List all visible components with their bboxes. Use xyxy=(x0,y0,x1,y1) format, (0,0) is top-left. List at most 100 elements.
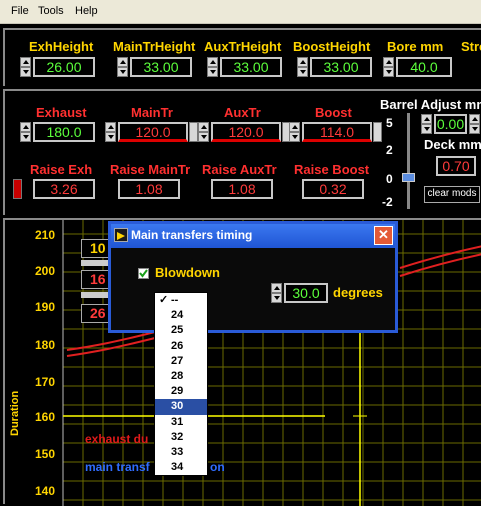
legend-main-transfer-tail: on xyxy=(210,460,225,474)
boost-height-stepper[interactable] xyxy=(297,57,308,77)
menu-bar: File Tools Help xyxy=(0,0,481,24)
main-tr-field[interactable]: 120.0 xyxy=(118,122,188,142)
dropdown-item[interactable]: 25 xyxy=(155,323,207,338)
ytick-180: 180 xyxy=(35,338,56,352)
exhaust-stepper[interactable] xyxy=(20,122,31,142)
up-arrow-icon[interactable] xyxy=(271,283,282,293)
dropdown-item[interactable]: 27 xyxy=(155,354,207,369)
blowdown-label: Blowdown xyxy=(155,265,220,280)
menu-tools[interactable]: Tools xyxy=(38,5,64,17)
boost-stepper[interactable] xyxy=(289,122,300,142)
app-icon xyxy=(114,228,128,242)
up-arrow-icon[interactable] xyxy=(198,122,209,132)
up-arrow-icon[interactable] xyxy=(207,57,218,67)
down-arrow-icon[interactable] xyxy=(383,67,394,77)
down-arrow-icon[interactable] xyxy=(297,67,308,77)
up-arrow-icon[interactable] xyxy=(289,122,300,132)
dropdown-item[interactable]: 29 xyxy=(155,384,207,399)
dialog-title: Main transfers timing xyxy=(131,228,253,242)
menu-file[interactable]: File xyxy=(11,5,29,17)
degrees-field[interactable]: 30.0 xyxy=(284,283,328,303)
raise-boost-field[interactable]: 0.32 xyxy=(302,179,364,199)
down-arrow-icon[interactable] xyxy=(198,132,209,142)
dropdown-item-selected[interactable]: 30 xyxy=(155,399,207,415)
ytick-140: 140 xyxy=(35,484,56,498)
legend-exhaust: exhaust du xyxy=(85,432,149,446)
raise-aux-tr-field[interactable]: 1.08 xyxy=(211,179,273,199)
up-arrow-icon[interactable] xyxy=(117,57,128,67)
barrel-slider-track[interactable] xyxy=(407,113,410,209)
dropdown-item[interactable]: 34 xyxy=(155,460,207,475)
barrel-stepper[interactable] xyxy=(421,114,432,134)
down-arrow-icon[interactable] xyxy=(271,293,282,303)
bore-stepper[interactable] xyxy=(383,57,394,77)
dropdown-item[interactable]: 31 xyxy=(155,415,207,430)
exhaust-label: Exhaust xyxy=(36,105,87,120)
up-arrow-icon[interactable] xyxy=(105,122,116,132)
main-tr-height-field[interactable]: 33.00 xyxy=(130,57,192,77)
dropdown-item[interactable]: ✓ -- xyxy=(155,293,207,308)
down-arrow-icon[interactable] xyxy=(207,67,218,77)
up-arrow-icon[interactable] xyxy=(20,122,31,132)
barrel-slider-thumb[interactable] xyxy=(402,173,415,182)
dropdown-item[interactable]: 28 xyxy=(155,369,207,384)
aux-tr-height-stepper[interactable] xyxy=(207,57,218,77)
degrees-dropdown[interactable]: ✓ -- 24 25 26 27 28 29 30 31 32 33 34 xyxy=(154,292,208,476)
exh-height-field[interactable]: 26.00 xyxy=(33,57,95,77)
down-arrow-icon[interactable] xyxy=(421,124,432,134)
up-arrow-icon[interactable] xyxy=(383,57,394,67)
raise-exh-label: Raise Exh xyxy=(30,162,93,177)
up-arrow-icon[interactable] xyxy=(421,114,432,124)
down-arrow-icon[interactable] xyxy=(20,67,31,77)
heights-panel: ExhHeight MainTrHeight AuxTrHeight Boost… xyxy=(3,28,481,86)
barrel-stepper-right[interactable] xyxy=(469,114,480,134)
ytick-190: 190 xyxy=(35,300,56,314)
bore-field[interactable]: 40.0 xyxy=(396,57,452,77)
degrees-stepper[interactable] xyxy=(271,283,282,303)
up-arrow-icon[interactable] xyxy=(297,57,308,67)
main-tr-height-label: MainTrHeight xyxy=(113,39,196,54)
down-arrow-icon[interactable] xyxy=(289,132,300,142)
clear-mods-button[interactable]: clear mods xyxy=(424,186,480,203)
boost-height-field[interactable]: 33.00 xyxy=(310,57,372,77)
aux-tr-height-field[interactable]: 33.00 xyxy=(220,57,282,77)
boost-slider-thumb[interactable] xyxy=(373,122,382,142)
raise-main-tr-field[interactable]: 1.08 xyxy=(118,179,180,199)
dialog-titlebar[interactable]: Main transfers timing ✕ xyxy=(111,224,395,248)
down-arrow-icon[interactable] xyxy=(469,124,480,134)
deck-field[interactable]: 0.70 xyxy=(436,156,476,176)
aux-tr-label: AuxTr xyxy=(224,105,261,120)
up-arrow-icon[interactable] xyxy=(20,57,31,67)
durations-panel: Exhaust MainTr AuxTr Boost 180.0 120.0 1… xyxy=(3,89,481,215)
raise-main-tr-label: Raise MainTr xyxy=(110,162,191,177)
barrel-scale-neg2: -2 xyxy=(382,195,393,209)
aux-tr-stepper[interactable] xyxy=(198,122,209,142)
exh-height-stepper[interactable] xyxy=(20,57,31,77)
raise-exh-slider[interactable] xyxy=(13,179,22,199)
blowdown-checkbox[interactable] xyxy=(138,268,149,279)
check-icon: ✓ xyxy=(159,294,169,306)
barrel-scale-0: 0 xyxy=(386,172,393,186)
aux-tr-field[interactable]: 120.0 xyxy=(211,122,281,142)
boost-label: Boost xyxy=(315,105,352,120)
dropdown-item[interactable]: 33 xyxy=(155,445,207,460)
up-arrow-icon[interactable] xyxy=(469,114,480,124)
barrel-adjust-field[interactable]: 0.00 xyxy=(434,114,467,134)
down-arrow-icon[interactable] xyxy=(20,132,31,142)
exhaust-field[interactable]: 180.0 xyxy=(33,122,95,142)
raise-aux-tr-label: Raise AuxTr xyxy=(202,162,277,177)
close-icon[interactable]: ✕ xyxy=(374,226,393,245)
raise-exh-field[interactable]: 3.26 xyxy=(33,179,95,199)
dropdown-item[interactable]: 24 xyxy=(155,308,207,323)
dropdown-item[interactable]: 32 xyxy=(155,430,207,445)
ytick-170: 170 xyxy=(35,375,56,389)
main-tr-height-stepper[interactable] xyxy=(117,57,128,77)
menu-help[interactable]: Help xyxy=(75,5,98,17)
exh-height-label: ExhHeight xyxy=(29,39,94,54)
down-arrow-icon[interactable] xyxy=(105,132,116,142)
dropdown-item[interactable]: 26 xyxy=(155,339,207,354)
down-arrow-icon[interactable] xyxy=(117,67,128,77)
main-tr-slider-thumb[interactable] xyxy=(189,122,198,142)
main-tr-stepper[interactable] xyxy=(105,122,116,142)
boost-field[interactable]: 114.0 xyxy=(302,122,372,142)
